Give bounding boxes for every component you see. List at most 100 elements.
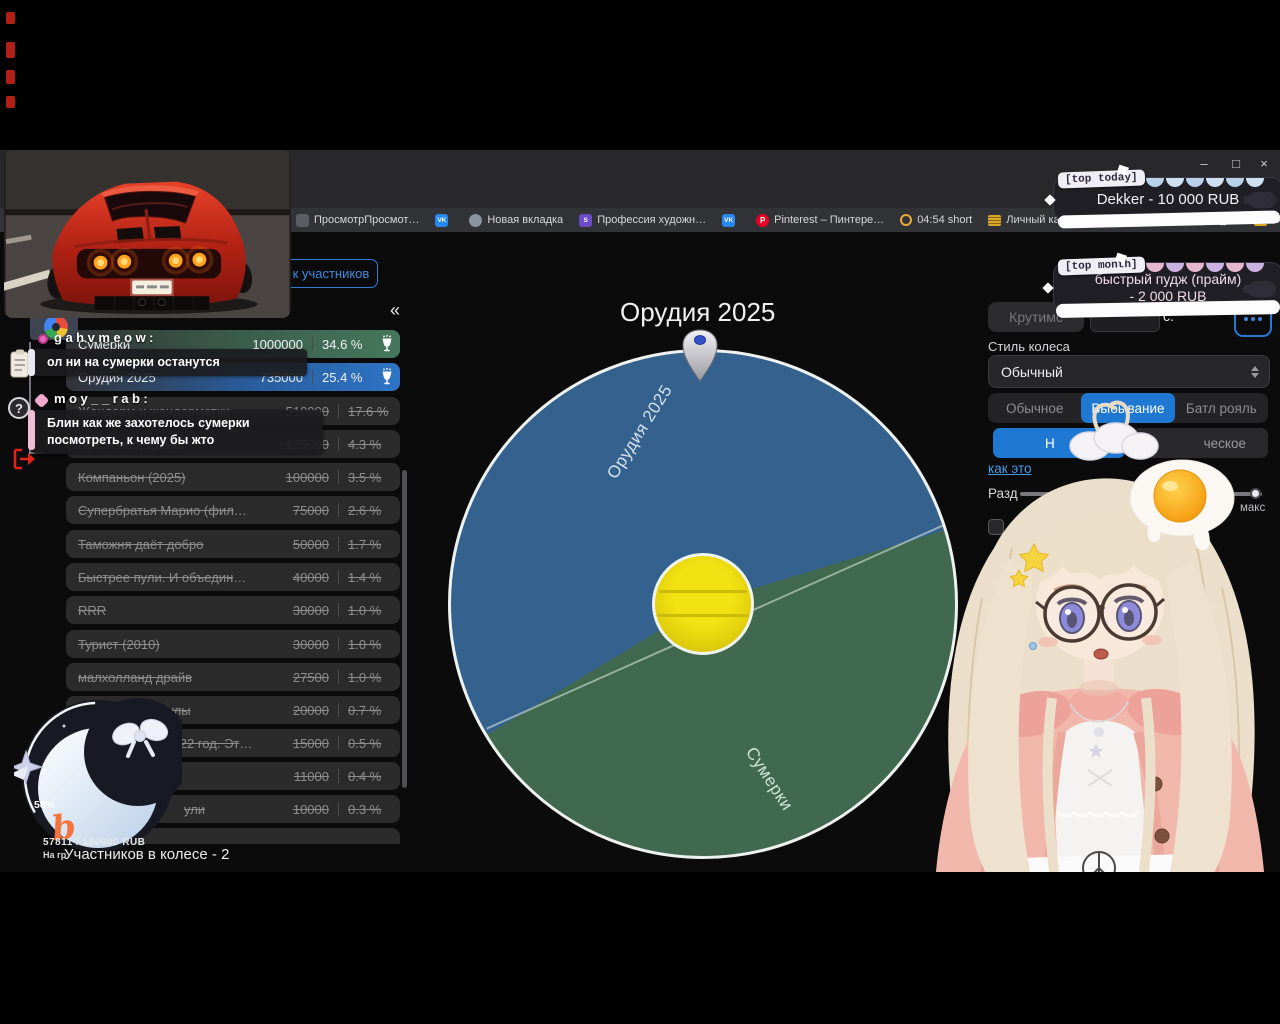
bookmark-item[interactable]: S Профессия художн… xyxy=(579,213,707,227)
chat-message: Блин как же захотелось сумерки посмотрет… xyxy=(33,410,323,454)
dot-icon xyxy=(1244,317,1248,321)
wheel-style-select[interactable]: Обычный xyxy=(988,355,1270,388)
chat-username: gahvmeow: xyxy=(54,330,158,345)
wave-decoration xyxy=(1206,178,1224,187)
table-row[interactable]: Супербратья Марио (фильм) 1993 75000 2.6 % xyxy=(66,496,400,524)
row-amount: 40000 xyxy=(292,569,329,585)
chat-accent-bar xyxy=(28,349,35,376)
row-percent: 17.6 % xyxy=(348,403,389,419)
red-marker xyxy=(6,12,15,24)
row-percent: 1.4 % xyxy=(348,569,382,585)
row-amount: 15000 xyxy=(292,735,329,751)
window-minimize-button[interactable]: – xyxy=(1194,156,1214,171)
stream-screen: – □ × ПросмотрПросмот… VK Новая вкладка … xyxy=(0,0,1280,1024)
wheel-title: Орудия 2025 xyxy=(620,297,776,327)
window-maximize-button[interactable]: □ xyxy=(1226,156,1246,171)
list-scrollbar[interactable] xyxy=(402,470,407,788)
clock-ring-icon xyxy=(900,214,913,226)
bookmark-item[interactable]: VK xyxy=(722,213,740,227)
chat-badge-icon xyxy=(38,334,48,344)
row-name: Таможня даёт добро xyxy=(78,536,204,552)
table-row[interactable]: малхолланд драйв 27500 1.0 % xyxy=(66,663,400,691)
table-row[interactable]: Компаньон (2025) 100000 3.5 % xyxy=(66,463,400,491)
row-percent: 4.3 % xyxy=(348,436,382,452)
wheel-center-image xyxy=(652,553,754,655)
row-name: Компаньон (2025) xyxy=(78,469,186,485)
row-amount: 75000 xyxy=(292,502,329,518)
collapse-chevron[interactable]: « xyxy=(390,300,400,321)
row-percent: 0.7 % xyxy=(348,702,382,718)
bottom-letterbox xyxy=(0,872,1280,1024)
wheel-participant-count: Участников в колесе - 2 xyxy=(64,846,230,863)
chat-accent-bar xyxy=(28,410,35,450)
wave-decoration xyxy=(1246,178,1264,187)
top-today-badge: [top today] xyxy=(1057,169,1145,189)
row-percent: 1.0 % xyxy=(348,636,382,652)
participants-list-button[interactable]: к участников xyxy=(284,259,378,288)
bookmark-item[interactable]: ПросмотрПросмот… xyxy=(296,213,420,227)
vk-icon: VK xyxy=(435,213,449,227)
row-amount: 100000 xyxy=(285,469,329,485)
vtuber-avatar xyxy=(936,400,1264,872)
row-amount: 27500 xyxy=(292,669,329,685)
table-row[interactable]: Таможня даёт добро 50000 1.7 % xyxy=(66,530,400,558)
row-name: RRR xyxy=(78,602,107,618)
red-marker xyxy=(6,96,15,108)
bookmark-label: 04:54 short xyxy=(917,214,973,226)
table-row[interactable]: RRR 30000 1.0 % xyxy=(66,596,400,624)
row-percent: 25.4 % xyxy=(322,369,363,385)
bookmark-item[interactable]: 04:54 short xyxy=(900,214,972,226)
row-percent: 0.3 % xyxy=(348,801,382,817)
wave-decoration xyxy=(1146,178,1164,187)
row-amount: 30000 xyxy=(292,602,329,618)
wave-decoration xyxy=(1186,178,1204,187)
coins-icon xyxy=(988,214,1002,226)
table-row[interactable]: Турист (2010) 30000 1.0 % xyxy=(66,630,400,658)
video-player xyxy=(4,150,291,318)
row-amount: 30000 xyxy=(292,636,329,652)
row-percent: 3.5 % xyxy=(348,469,382,485)
row-percent: 0.4 % xyxy=(348,768,382,784)
row-percent: 0.5 % xyxy=(348,735,382,751)
moon-progress-widget: 58% xyxy=(14,698,182,852)
page-icon xyxy=(296,213,309,227)
row-name: малхолланд драйв xyxy=(78,669,193,685)
row-percent: 1.7 % xyxy=(348,536,382,552)
row-name: Турист (2010) xyxy=(78,636,160,652)
bookmark-label: Новая вкладка xyxy=(487,214,564,226)
bookmark-item[interactable]: Новая вкладка xyxy=(469,213,564,227)
chat-message: ол ни на сумерки останутся xyxy=(33,349,307,376)
row-name: Супербратья Марио (фильм) 1993 xyxy=(78,502,253,518)
red-marker xyxy=(6,42,15,58)
s-badge-icon: S xyxy=(579,213,593,227)
red-car-video-frame xyxy=(4,150,290,318)
dot-icon xyxy=(1251,317,1255,321)
row-percent: 1.0 % xyxy=(348,602,382,618)
bookmark-label: Профессия художн… xyxy=(597,214,707,226)
wheel-pointer xyxy=(682,329,718,382)
wave-decoration xyxy=(1226,178,1244,187)
goblet-icon xyxy=(374,335,400,353)
chevron-updown-icon xyxy=(1251,365,1259,378)
top-month-badge: [top month] xyxy=(1057,256,1145,276)
table-row[interactable]: Быстрее пули. И объедини #3 и … 40000 1.4 … xyxy=(66,563,400,591)
row-amount: 50000 xyxy=(292,536,329,552)
row-amount: 11000 xyxy=(293,768,329,784)
pinterest-icon: P xyxy=(756,213,770,227)
bookmark-item[interactable]: VK xyxy=(435,213,453,227)
red-marker xyxy=(6,70,15,84)
bookmark-item[interactable]: P Pinterest – Пинтере… xyxy=(756,213,885,227)
row-name: Быстрее пули. И объедини #3 и … xyxy=(78,569,253,585)
goblet-icon xyxy=(374,368,400,386)
vk-icon: VK xyxy=(722,213,736,227)
dot-icon xyxy=(1258,317,1262,321)
window-close-button[interactable]: × xyxy=(1254,156,1274,171)
wheel-style-value: Обычный xyxy=(1001,363,1063,380)
question-icon: ? xyxy=(8,397,30,419)
globe-icon xyxy=(469,213,483,227)
row-percent: 34.6 % xyxy=(322,336,363,352)
bookmark-label: ПросмотрПросмот… xyxy=(314,214,420,226)
row-percent: 1.0 % xyxy=(348,669,382,685)
wave-decoration xyxy=(1166,178,1184,187)
bookmark-label: Pinterest – Пинтере… xyxy=(774,214,885,226)
